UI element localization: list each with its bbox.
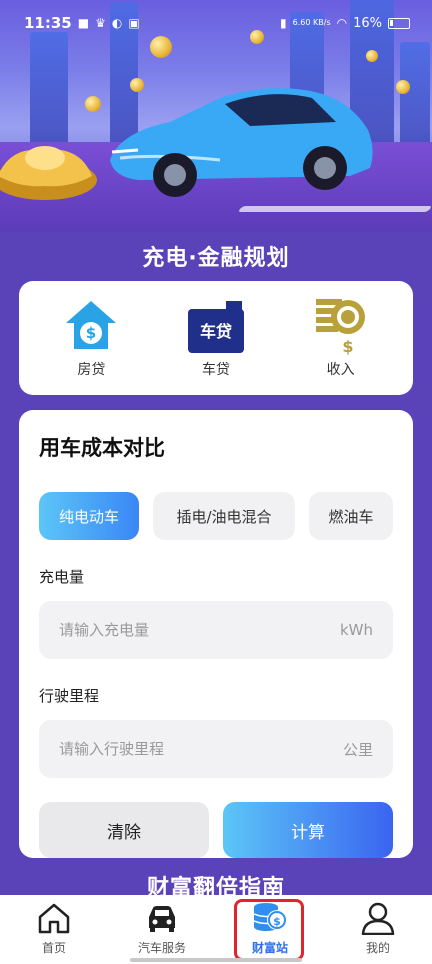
wifi-icon: ◠: [336, 16, 348, 30]
notification-icon: ▣: [128, 16, 140, 30]
mileage-input[interactable]: [59, 740, 279, 758]
charge-amount-field[interactable]: kWh: [39, 601, 393, 659]
nav-label: 首页: [41, 941, 66, 955]
battery-text: 16%: [353, 15, 382, 31]
tab-electric[interactable]: 纯电动车: [39, 492, 139, 540]
svg-text:$: $: [342, 337, 353, 355]
quick-link-label: 车贷: [201, 362, 230, 378]
svg-text:$: $: [273, 915, 281, 928]
action-buttons: 清除 计算: [39, 802, 393, 858]
wealth-icon: $: [252, 901, 288, 935]
bottom-nav: 首页 汽车服务 $ 财富站 我的: [0, 895, 432, 964]
status-time: 11:35: [24, 14, 72, 32]
car-icon: [144, 901, 180, 935]
quick-link-mortgage[interactable]: $ 房贷: [41, 297, 141, 379]
status-left: 11:35 ■ ♛ ◐ ▣: [24, 14, 140, 32]
car-loan-icon-text: 车贷: [199, 322, 232, 341]
notification-icon: ■: [77, 16, 90, 30]
nav-label: 汽车服务: [137, 941, 186, 955]
charge-amount-input[interactable]: [59, 621, 279, 639]
mileage-field[interactable]: 公里: [39, 720, 393, 778]
nav-item-profile[interactable]: 我的: [330, 901, 426, 956]
section-title: 充电·金融规划: [142, 246, 290, 271]
vibrate-icon: ▮: [280, 16, 287, 30]
vehicle-type-tabs: 纯电动车 插电/油电混合 燃油车: [39, 492, 393, 540]
battery-icon: [388, 17, 410, 29]
quick-link-label: 收入: [326, 362, 355, 378]
tab-hybrid[interactable]: 插电/油电混合: [153, 492, 295, 540]
quick-link-car-loan[interactable]: 车贷 车贷: [166, 297, 266, 379]
home-indicator: [130, 958, 302, 962]
coin-icon: [366, 50, 378, 62]
nav-item-wealth[interactable]: $ 财富站: [222, 901, 318, 956]
notification-icon: ♛: [95, 16, 106, 30]
net-speed: 6.60 KB/s: [292, 18, 331, 27]
notification-icon: ◐: [111, 16, 123, 30]
quick-link-label: 房贷: [77, 362, 106, 378]
coin-icon: [85, 96, 101, 112]
svg-text:$: $: [86, 324, 96, 342]
car-illustration: [110, 88, 373, 197]
clear-button[interactable]: 清除: [39, 802, 209, 858]
status-right: ▮ 6.60 KB/s ◠ 16%: [280, 16, 410, 31]
coin-income-icon: $: [310, 297, 372, 355]
nav-item-home[interactable]: 首页: [6, 901, 102, 956]
tab-fuel[interactable]: 燃油车: [309, 492, 393, 540]
quick-link-income[interactable]: $ 收入: [291, 297, 391, 379]
nav-label: 我的: [365, 941, 390, 955]
calculate-button[interactable]: 计算: [223, 802, 393, 858]
home-icon: [36, 901, 72, 935]
cost-card-title: 用车成本对比: [39, 436, 165, 460]
mileage-label: 行驶里程: [39, 687, 100, 705]
charge-amount-label: 充电量: [39, 568, 85, 586]
user-icon: [360, 901, 396, 935]
cost-comparison-card: 用车成本对比 纯电动车 插电/油电混合 燃油车 充电量 kWh 行驶里程 公里 …: [19, 410, 413, 858]
nav-label: 财富站: [251, 941, 288, 955]
nav-item-car-service[interactable]: 汽车服务: [114, 901, 210, 956]
unit-kwh: kWh: [339, 621, 373, 639]
loan-quick-links: $ 房贷 车贷 车贷 $ 收入: [19, 281, 413, 395]
status-bar: 11:35 ■ ♛ ◐ ▣ ▮ 6.60 KB/s ◠ 16%: [0, 0, 432, 46]
car-loan-icon: 车贷: [185, 297, 247, 355]
house-dollar-icon: $: [60, 297, 122, 355]
gold-ingot-icon: [0, 146, 97, 200]
coin-icon: [396, 80, 410, 94]
unit-km: 公里: [342, 740, 373, 759]
